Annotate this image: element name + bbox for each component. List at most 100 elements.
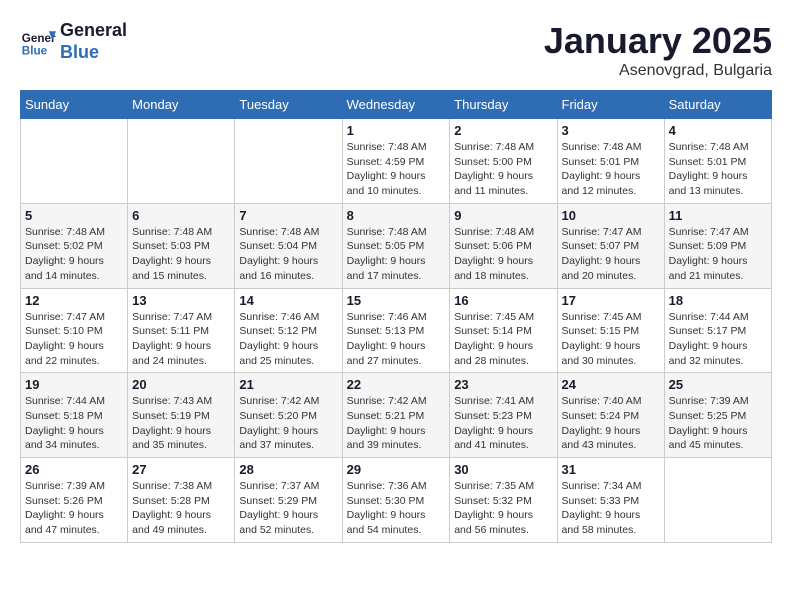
calendar-cell	[664, 458, 771, 543]
calendar-cell: 8Sunrise: 7:48 AM Sunset: 5:05 PM Daylig…	[342, 203, 450, 288]
calendar-cell: 19Sunrise: 7:44 AM Sunset: 5:18 PM Dayli…	[21, 373, 128, 458]
day-number: 2	[454, 123, 552, 138]
day-number: 25	[669, 377, 767, 392]
weekday-header: Thursday	[450, 91, 557, 119]
day-number: 27	[132, 462, 230, 477]
day-info: Sunrise: 7:47 AM Sunset: 5:11 PM Dayligh…	[132, 310, 230, 369]
page-header: General Blue General Blue January 2025 A…	[20, 20, 772, 80]
month-title: January 2025	[544, 20, 772, 62]
day-info: Sunrise: 7:44 AM Sunset: 5:17 PM Dayligh…	[669, 310, 767, 369]
day-info: Sunrise: 7:38 AM Sunset: 5:28 PM Dayligh…	[132, 479, 230, 538]
day-number: 15	[347, 293, 446, 308]
day-info: Sunrise: 7:45 AM Sunset: 5:14 PM Dayligh…	[454, 310, 552, 369]
calendar-cell: 11 Sunrise: 7:47 AM Sunset: 5:09 PM Dayli…	[664, 203, 771, 288]
day-number: 13	[132, 293, 230, 308]
day-info: Sunrise: 7:39 AM Sunset: 5:26 PM Dayligh…	[25, 479, 123, 538]
day-info: Sunrise: 7:48 AM Sunset: 4:59 PM Dayligh…	[347, 140, 446, 199]
logo: General Blue General Blue	[20, 20, 127, 63]
calendar-cell: 13 Sunrise: 7:47 AM Sunset: 5:11 PM Dayli…	[128, 288, 235, 373]
calendar-cell: 5 Sunrise: 7:48 AM Sunset: 5:02 PM Daylig…	[21, 203, 128, 288]
logo-icon: General Blue	[20, 24, 56, 60]
calendar-cell: 15 Sunrise: 7:46 AM Sunset: 5:13 PM Dayli…	[342, 288, 450, 373]
day-number: 14	[239, 293, 337, 308]
day-info: Sunrise: 7:45 AM Sunset: 5:15 PM Dayligh…	[562, 310, 660, 369]
calendar-cell: 24 Sunrise: 7:40 AM Sunset: 5:24 PM Dayli…	[557, 373, 664, 458]
calendar-cell: 27 Sunrise: 7:38 AM Sunset: 5:28 PM Dayli…	[128, 458, 235, 543]
calendar-cell: 20 Sunrise: 7:43 AM Sunset: 5:19 PM Dayli…	[128, 373, 235, 458]
calendar-cell: 31 Sunrise: 7:34 AM Sunset: 5:33 PM Dayli…	[557, 458, 664, 543]
day-number: 21	[239, 377, 337, 392]
day-info: Sunrise: 7:48 AM Sunset: 5:04 PM Dayligh…	[239, 225, 337, 284]
svg-text:Blue: Blue	[22, 44, 48, 57]
calendar-cell: 17 Sunrise: 7:45 AM Sunset: 5:15 PM Dayli…	[557, 288, 664, 373]
day-info: Sunrise: 7:48 AM Sunset: 5:01 PM Dayligh…	[669, 140, 767, 199]
calendar-cell: 9 Sunrise: 7:48 AM Sunset: 5:06 PM Daylig…	[450, 203, 557, 288]
day-number: 19	[25, 377, 123, 392]
day-number: 22	[347, 377, 446, 392]
calendar-cell: 21 Sunrise: 7:42 AM Sunset: 5:20 PM Dayli…	[235, 373, 342, 458]
calendar-cell: 6 Sunrise: 7:48 AM Sunset: 5:03 PM Daylig…	[128, 203, 235, 288]
day-number: 16	[454, 293, 552, 308]
day-info: Sunrise: 7:46 AM Sunset: 5:12 PM Dayligh…	[239, 310, 337, 369]
day-info: Sunrise: 7:43 AM Sunset: 5:19 PM Dayligh…	[132, 394, 230, 453]
day-number: 7	[239, 208, 337, 223]
calendar-cell: 7 Sunrise: 7:48 AM Sunset: 5:04 PM Daylig…	[235, 203, 342, 288]
day-info: Sunrise: 7:42 AM Sunset: 5:20 PM Dayligh…	[239, 394, 337, 453]
day-number: 20	[132, 377, 230, 392]
day-info: Sunrise: 7:47 AM Sunset: 5:07 PM Dayligh…	[562, 225, 660, 284]
day-info: Sunrise: 7:42 AM Sunset: 5:21 PM Dayligh…	[347, 394, 446, 453]
day-number: 29	[347, 462, 446, 477]
day-number: 10	[562, 208, 660, 223]
calendar-cell: 29Sunrise: 7:36 AM Sunset: 5:30 PM Dayli…	[342, 458, 450, 543]
weekday-header: Tuesday	[235, 91, 342, 119]
day-info: Sunrise: 7:48 AM Sunset: 5:03 PM Dayligh…	[132, 225, 230, 284]
weekday-header: Monday	[128, 91, 235, 119]
day-info: Sunrise: 7:34 AM Sunset: 5:33 PM Dayligh…	[562, 479, 660, 538]
calendar-cell: 16 Sunrise: 7:45 AM Sunset: 5:14 PM Dayli…	[450, 288, 557, 373]
calendar-cell: 2Sunrise: 7:48 AM Sunset: 5:00 PM Daylig…	[450, 119, 557, 204]
day-number: 12	[25, 293, 123, 308]
day-number: 28	[239, 462, 337, 477]
calendar-cell: 25 Sunrise: 7:39 AM Sunset: 5:25 PM Dayli…	[664, 373, 771, 458]
location-subtitle: Asenovgrad, Bulgaria	[544, 62, 772, 80]
day-number: 9	[454, 208, 552, 223]
day-info: Sunrise: 7:35 AM Sunset: 5:32 PM Dayligh…	[454, 479, 552, 538]
day-number: 11	[669, 208, 767, 223]
day-number: 26	[25, 462, 123, 477]
day-info: Sunrise: 7:47 AM Sunset: 5:09 PM Dayligh…	[669, 225, 767, 284]
day-number: 31	[562, 462, 660, 477]
calendar-table: SundayMondayTuesdayWednesdayThursdayFrid…	[20, 90, 772, 543]
calendar-cell: 18Sunrise: 7:44 AM Sunset: 5:17 PM Dayli…	[664, 288, 771, 373]
calendar-cell	[235, 119, 342, 204]
calendar-cell: 22 Sunrise: 7:42 AM Sunset: 5:21 PM Dayli…	[342, 373, 450, 458]
title-block: January 2025 Asenovgrad, Bulgaria	[544, 20, 772, 80]
calendar-cell	[128, 119, 235, 204]
day-number: 30	[454, 462, 552, 477]
day-number: 1	[347, 123, 446, 138]
day-info: Sunrise: 7:39 AM Sunset: 5:25 PM Dayligh…	[669, 394, 767, 453]
day-info: Sunrise: 7:48 AM Sunset: 5:01 PM Dayligh…	[562, 140, 660, 199]
calendar-cell: 1 Sunrise: 7:48 AM Sunset: 4:59 PM Daylig…	[342, 119, 450, 204]
day-info: Sunrise: 7:48 AM Sunset: 5:06 PM Dayligh…	[454, 225, 552, 284]
day-number: 17	[562, 293, 660, 308]
day-info: Sunrise: 7:48 AM Sunset: 5:05 PM Dayligh…	[347, 225, 446, 284]
day-number: 4	[669, 123, 767, 138]
day-number: 5	[25, 208, 123, 223]
calendar-cell: 12 Sunrise: 7:47 AM Sunset: 5:10 PM Dayli…	[21, 288, 128, 373]
calendar-cell: 10 Sunrise: 7:47 AM Sunset: 5:07 PM Dayli…	[557, 203, 664, 288]
day-info: Sunrise: 7:47 AM Sunset: 5:10 PM Dayligh…	[25, 310, 123, 369]
day-number: 24	[562, 377, 660, 392]
calendar-cell: 23 Sunrise: 7:41 AM Sunset: 5:23 PM Dayli…	[450, 373, 557, 458]
calendar-cell: 30 Sunrise: 7:35 AM Sunset: 5:32 PM Dayli…	[450, 458, 557, 543]
day-number: 23	[454, 377, 552, 392]
calendar-cell: 4 Sunrise: 7:48 AM Sunset: 5:01 PM Daylig…	[664, 119, 771, 204]
day-info: Sunrise: 7:37 AM Sunset: 5:29 PM Dayligh…	[239, 479, 337, 538]
logo-general: General	[60, 20, 127, 42]
weekday-header: Saturday	[664, 91, 771, 119]
day-info: Sunrise: 7:48 AM Sunset: 5:02 PM Dayligh…	[25, 225, 123, 284]
day-number: 6	[132, 208, 230, 223]
day-info: Sunrise: 7:46 AM Sunset: 5:13 PM Dayligh…	[347, 310, 446, 369]
day-info: Sunrise: 7:41 AM Sunset: 5:23 PM Dayligh…	[454, 394, 552, 453]
day-info: Sunrise: 7:40 AM Sunset: 5:24 PM Dayligh…	[562, 394, 660, 453]
logo-blue: Blue	[60, 42, 127, 64]
